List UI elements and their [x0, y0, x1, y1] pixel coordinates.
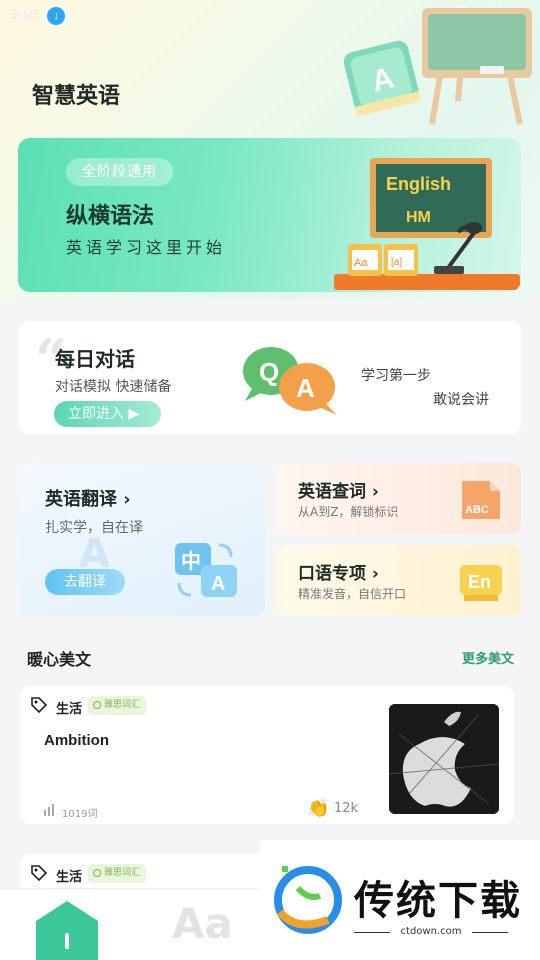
clap-icon[interactable]: 👏 [307, 798, 329, 819]
daily-right-line-1: 学习第一步 [361, 368, 431, 384]
lookup-icon-text: ABC [465, 504, 489, 516]
banner-pill: 全阶段通用 [66, 158, 173, 186]
abc-document-icon: ABC [462, 481, 500, 519]
translate-icon-en: A [211, 573, 225, 595]
speaking-title: 口语专项 › [298, 564, 379, 584]
banner-subtitle: 英语学习这里开始 [66, 238, 227, 257]
calendar-a-text: [a] [391, 257, 402, 268]
article-heading: Ambition [44, 732, 109, 749]
daily-subtitle: 对话模拟 快速储备 [55, 379, 172, 395]
translate-subtitle: 扎实学，自在译 [45, 520, 143, 536]
watermark-url: ctdown.com [354, 926, 508, 937]
go-translate-button[interactable]: 去翻译 [45, 569, 125, 595]
tag-icon [31, 697, 48, 714]
speaking-card[interactable]: 口语专项 › 精准发音，自信开口 En [276, 545, 521, 616]
word-count-icon [44, 804, 54, 816]
board-hm-text: HM [406, 209, 431, 226]
grammar-banner[interactable]: 全阶段通用 纵横语法 英语学习这里开始 English HM Aa [a] [18, 138, 521, 292]
app-title: 智慧英语 [32, 84, 121, 109]
word-lookup-card[interactable]: 英语查词 › 从A到Z，解锁标识 ABC [276, 463, 521, 534]
article-likes: 12k [334, 801, 359, 816]
article-card[interactable]: 生活 雅思词汇 Ambition 1019词 👏 12k [20, 686, 514, 824]
lookup-title: 英语查词 › [298, 482, 379, 502]
status-time: 3:45 [10, 7, 40, 25]
article-thumbnail [389, 704, 499, 814]
board-english-text: English [386, 174, 451, 194]
translate-title: 英语翻译 › [45, 489, 131, 510]
article-tag: 生活 [56, 870, 83, 885]
more-articles-link[interactable]: 更多美文 [462, 648, 514, 667]
word-tab-icon[interactable]: Aa [172, 899, 233, 948]
translate-icon-zh: 中 [181, 549, 201, 573]
article-word-count: 1019词 [62, 809, 98, 820]
speaking-icon-text: En [468, 572, 491, 592]
svg-text:Q: Q [259, 357, 279, 387]
classroom-illustration: English HM Aa [a] [334, 158, 520, 290]
daily-right-line-2: 敢说会讲 [433, 392, 489, 408]
enter-now-button[interactable]: 立即进入 ▶ [54, 401, 161, 427]
speaking-subtitle: 精准发音，自信开口 [298, 587, 407, 601]
article-tag: 生活 [56, 702, 83, 717]
daily-title: 每日对话 [55, 347, 135, 371]
watermark: 传统下载 ctdown.com [260, 840, 540, 960]
qa-bubbles-icon: Q A [243, 347, 337, 415]
chalkboard-book-illustration: A [343, 8, 532, 125]
daily-dialogue-card[interactable]: “ 每日对话 对话模拟 快速储备 立即进入 ▶ Q A 学习第一步 敢说会讲 [19, 321, 521, 434]
home-tab-icon[interactable] [34, 899, 100, 960]
translate-card[interactable]: A 英语翻译 › 扎实学，自在译 去翻译 中 A [19, 463, 265, 616]
svg-text:A: A [296, 373, 315, 403]
vocab-badge: 雅思词汇 [88, 696, 147, 715]
en-book-icon: En [460, 565, 502, 601]
translate-icon: 中 A [175, 543, 237, 597]
tag-icon [31, 865, 48, 882]
vocab-badge: 雅思词汇 [88, 864, 147, 883]
watermark-logo-icon [274, 866, 342, 934]
calendar-aa-text: Aa [354, 257, 368, 269]
articles-section-title: 暖心美文 [27, 650, 92, 669]
banner-title: 纵横语法 [66, 204, 155, 229]
download-icon: ↓ [47, 7, 66, 25]
watermark-brand: 传统下载 [354, 878, 522, 924]
lookup-subtitle: 从A到Z，解锁标识 [298, 505, 399, 519]
